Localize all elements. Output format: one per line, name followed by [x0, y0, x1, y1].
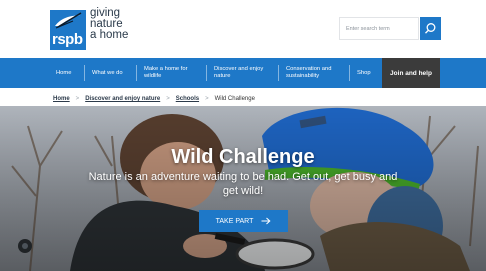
search-form: [339, 17, 441, 40]
rspb-logo[interactable]: rspb giving nature a home: [50, 7, 140, 50]
nav-item-label: Shop: [357, 69, 371, 76]
search-input[interactable]: [339, 17, 419, 40]
nav-divider: [349, 65, 350, 81]
search-button[interactable]: [420, 17, 441, 40]
breadcrumb-home[interactable]: Home: [53, 96, 70, 102]
main-nav: Home What we do Make a home for wildlife…: [0, 58, 486, 88]
nav-item-discover[interactable]: Discover and enjoy nature: [208, 58, 270, 88]
logo-tagline: giving nature a home: [90, 7, 150, 41]
breadcrumb-separator: >: [205, 96, 209, 102]
nav-item-conservation[interactable]: Conservation and sustainability: [280, 58, 346, 88]
nav-divider: [136, 65, 137, 81]
nav-item-label: What we do: [92, 69, 123, 76]
breadcrumb: Home > Discover and enjoy nature > Schoo…: [53, 93, 255, 105]
take-part-label: TAKE PART: [215, 217, 254, 225]
hero-banner: Wild Challenge Nature is an adventure wa…: [0, 106, 486, 271]
take-part-button[interactable]: TAKE PART: [199, 210, 288, 232]
nav-item-make-a-home[interactable]: Make a home for wildlife: [138, 58, 202, 88]
breadcrumb-current: Wild Challenge: [214, 96, 255, 102]
nav-item-label: Discover and enjoy nature: [214, 66, 264, 79]
magnifier-icon: [424, 23, 436, 34]
logo-box: rspb: [50, 10, 86, 50]
breadcrumb-separator: >: [166, 96, 170, 102]
arrow-right-icon: [261, 217, 271, 225]
nav-item-label: Home: [56, 69, 72, 76]
nav-item-home[interactable]: Home: [50, 58, 77, 88]
nav-item-shop[interactable]: Shop: [351, 58, 377, 88]
avocet-bird-icon: [55, 12, 82, 29]
site-header: rspb giving nature a home: [0, 0, 486, 58]
logo-text: rspb: [52, 31, 83, 48]
hero-title: Wild Challenge: [171, 146, 315, 168]
nav-item-label: Make a home for wildlife: [144, 66, 188, 79]
hero-subtitle: Nature is an adventure waiting to be had…: [88, 171, 398, 197]
join-and-help-button[interactable]: Join and help: [382, 58, 440, 88]
nav-item-label: Conservation and sustainability: [286, 66, 332, 79]
nav-item-what-we-do[interactable]: What we do: [86, 58, 129, 88]
breadcrumb-discover[interactable]: Discover and enjoy nature: [85, 96, 160, 102]
nav-divider: [84, 65, 85, 81]
breadcrumb-separator: >: [75, 96, 80, 102]
nav-divider: [206, 65, 207, 81]
breadcrumb-schools[interactable]: Schools: [176, 96, 199, 102]
nav-divider: [278, 65, 279, 81]
tagline-line: a home: [90, 29, 129, 41]
